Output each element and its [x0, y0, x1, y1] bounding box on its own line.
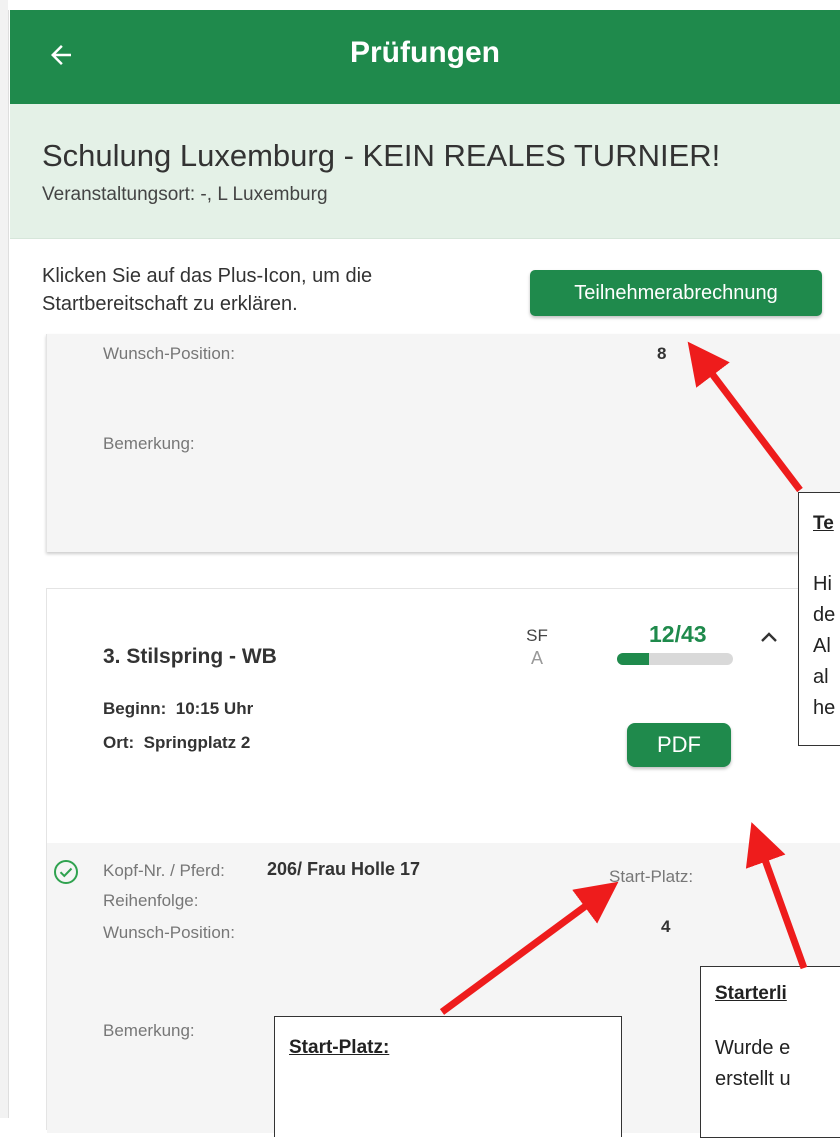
entry-progress-bar	[617, 653, 733, 665]
order-label: Reihenfolge:	[103, 891, 199, 910]
wish-position-label: Wunsch-Position:	[103, 923, 235, 942]
wish-position-label: Wunsch-Position:	[103, 344, 235, 363]
callout-body: Wurde e erstellt u	[715, 1037, 791, 1090]
head-number-label: Kopf-Nr. / Pferd:	[103, 861, 225, 880]
head-number-horse: 206/ Frau Holle 17	[267, 859, 421, 879]
event-name: Schulung Luxemburg - KEIN REALES TURNIER…	[42, 138, 721, 173]
sf-sub: A	[530, 648, 543, 668]
app-bar: Prüfungen	[10, 10, 840, 104]
instruction-text: Klicken Sie auf das Plus-Icon, um die St…	[42, 265, 373, 315]
callout-participant-billing: Te Hi de Al al he	[798, 492, 840, 746]
check-circle-icon	[54, 860, 78, 884]
callout-starterlist: Starterli Wurde e erstellt u	[700, 966, 840, 1138]
top-strip	[8, 0, 840, 10]
wish-position-value: 8	[657, 344, 667, 363]
participant-billing-button[interactable]: Teilnehmerabrechnung	[530, 270, 822, 316]
entry-count: 12/43	[649, 621, 707, 647]
sf-badge: SF A	[507, 625, 567, 669]
progress-fill	[617, 653, 650, 665]
start-time: Beginn: 10:15 Uhr	[103, 699, 254, 718]
remark-label: Bemerkung:	[103, 1021, 195, 1040]
callout-body: Hi de Al al he	[813, 573, 836, 719]
callout-heading: Te	[813, 513, 834, 534]
pdf-button[interactable]: PDF	[627, 723, 731, 767]
window-left-edge	[0, 0, 9, 1118]
chevron-up-icon[interactable]	[759, 629, 779, 645]
callout-heading: Start-Platz:	[289, 1037, 390, 1058]
competition-title: 3. Stilspring - WB	[103, 645, 277, 668]
start-place-value: 4	[661, 917, 671, 936]
previous-entry-card: Wunsch-Position: 8 Bemerkung:	[46, 334, 840, 552]
event-header: Schulung Luxemburg - KEIN REALES TURNIER…	[10, 104, 840, 239]
event-location: Veranstaltungsort: -, L Luxemburg	[42, 184, 328, 205]
venue: Ort: Springplatz 2	[103, 733, 251, 752]
callout-heading: Starterli	[715, 983, 787, 1004]
callout-start-place: Start-Platz:	[274, 1016, 622, 1137]
start-place-label: Start-Platz:	[609, 867, 694, 886]
remark-label: Bemerkung:	[103, 434, 195, 453]
page-title: Prüfungen	[350, 36, 500, 69]
sf-label: SF	[526, 626, 548, 645]
